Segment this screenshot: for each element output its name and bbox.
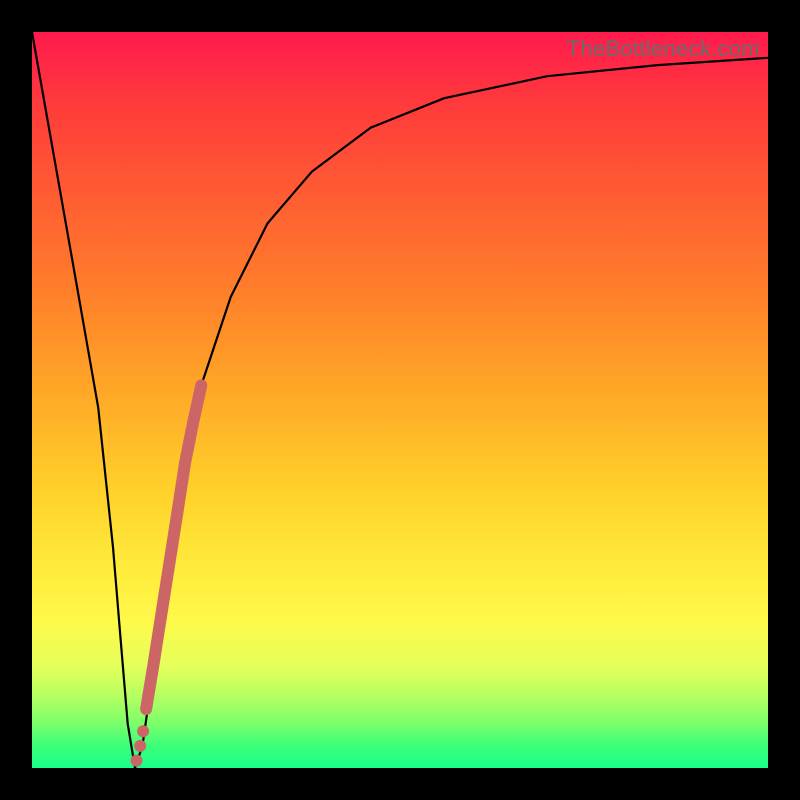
- highlight-dot: [134, 740, 146, 752]
- highlight-dot: [131, 755, 143, 767]
- bottleneck-curve: [32, 32, 768, 768]
- highlight-segment: [146, 385, 201, 709]
- plot-area: TheBottleneck.com: [32, 32, 768, 768]
- curve-layer: [32, 32, 768, 768]
- highlight-dots: [131, 725, 150, 766]
- highlight-dot: [137, 725, 149, 737]
- chart-frame: TheBottleneck.com: [0, 0, 800, 800]
